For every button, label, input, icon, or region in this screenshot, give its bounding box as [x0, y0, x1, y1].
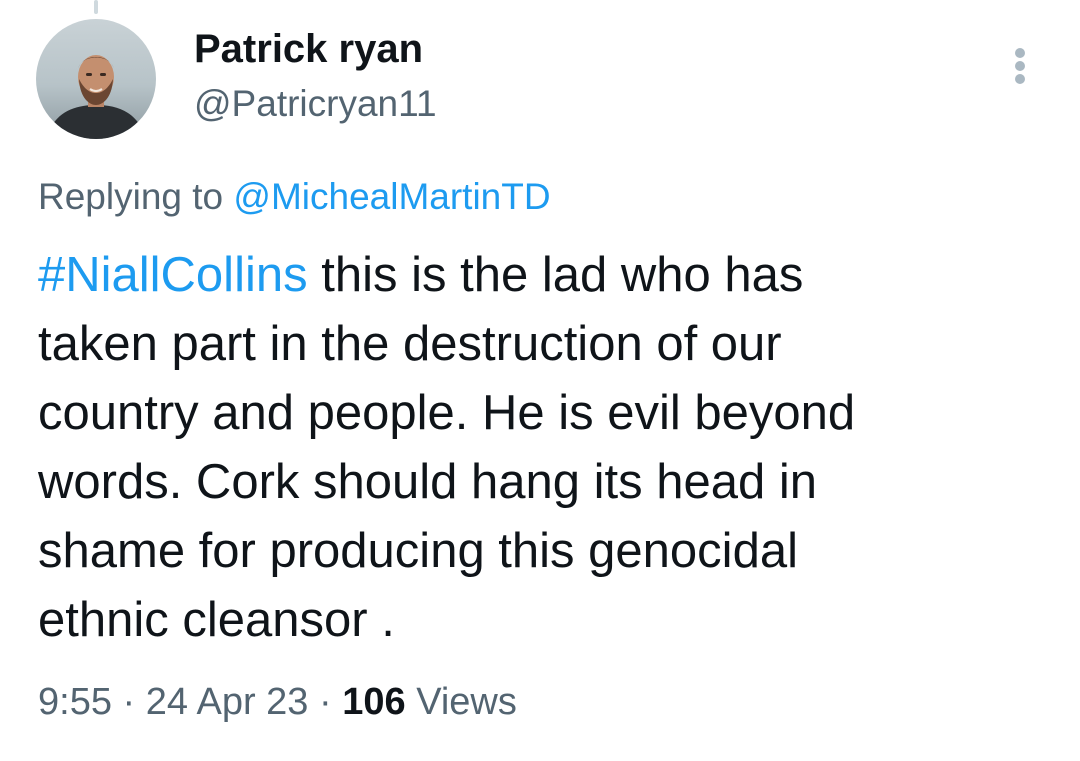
meta-separator: ·	[122, 681, 136, 723]
hashtag-link[interactable]: #NiallCollins	[38, 248, 308, 302]
tweet-text-line: taken part in the destruction of our	[38, 317, 782, 371]
tweet-text-segment: this is the lad who has	[321, 248, 804, 302]
views-label: Views	[416, 681, 517, 723]
tweet-text: #NiallCollins this is the lad who has ta…	[38, 241, 1048, 655]
tweet-time[interactable]: 9:55	[38, 681, 112, 723]
tweet-text-line: ethnic cleansor .	[38, 593, 395, 647]
reply-mention-link[interactable]: @MichealMartinTD	[233, 176, 550, 217]
more-vertical-icon	[1015, 48, 1025, 58]
tweet-meta: 9:55 · 24 Apr 23 · 106 Views	[38, 679, 517, 725]
author-handle[interactable]: @Patricryan11	[194, 82, 437, 126]
tweet-text-line: shame for producing this genocidal	[38, 524, 798, 578]
replying-to-label: Replying to	[38, 176, 224, 217]
tweet-text-line: words. Cork should hang its head in	[38, 455, 817, 509]
more-vertical-icon-dot	[1015, 61, 1025, 71]
thread-connector-line	[94, 0, 98, 14]
replying-to: Replying to @MichealMartinTD	[38, 174, 551, 220]
avatar-photo	[36, 19, 156, 139]
more-options-button[interactable]	[1000, 44, 1040, 88]
author-display-name[interactable]: Patrick ryan	[194, 26, 423, 72]
avatar[interactable]	[36, 19, 156, 139]
tweet-text-line: country and people. He is evil beyond	[38, 386, 856, 440]
more-vertical-icon-dot	[1015, 74, 1025, 84]
views-count: 106	[342, 681, 406, 723]
meta-separator: ·	[319, 681, 332, 723]
tweet-text-line: #NiallCollins this is the lad who has	[38, 241, 1048, 310]
tweet-date[interactable]: 24 Apr 23	[146, 681, 309, 723]
